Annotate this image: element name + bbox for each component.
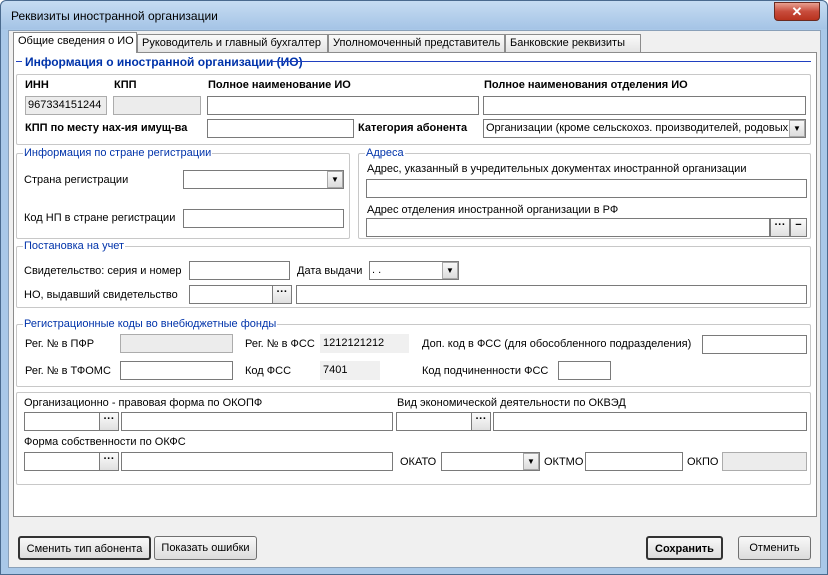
okfs-code-input[interactable] xyxy=(24,452,100,471)
tfoms-label: Рег. № в ТФОМС xyxy=(25,365,111,377)
fss-code-label: Код ФСС xyxy=(245,365,292,377)
kpp-label: КПП xyxy=(114,79,137,91)
founding-address-input[interactable] xyxy=(366,179,807,198)
cancel-button[interactable]: Отменить xyxy=(738,536,811,560)
tax-registration-title: Постановка на учет xyxy=(23,240,126,252)
branch-name-input[interactable] xyxy=(483,96,806,115)
window-title: Реквизиты иностранной организации xyxy=(11,9,218,23)
fss-extra-input[interactable] xyxy=(702,335,807,354)
tab-general[interactable]: Общие сведения о ИО xyxy=(13,32,137,53)
tax-registration-group: Постановка на учет Свидетельство: серия … xyxy=(16,240,811,308)
full-name-input[interactable] xyxy=(207,96,479,115)
issue-date-label: Дата выдачи xyxy=(297,265,363,277)
category-label: Категория абонента xyxy=(358,122,468,134)
header-rule-left xyxy=(16,61,22,62)
pfr-field[interactable] xyxy=(120,334,233,353)
oktmo-label: ОКТМО xyxy=(544,456,584,468)
fss-sub-input[interactable] xyxy=(558,361,611,380)
fss-code-field[interactable]: 7401 xyxy=(320,361,380,380)
registration-country-group: Информация по стране регистрации Страна … xyxy=(16,147,350,239)
branch-address-clear-button[interactable]: − xyxy=(790,218,807,237)
branch-address-ellipsis-button[interactable]: ··· xyxy=(770,218,790,237)
okato-label: ОКАТО xyxy=(400,456,437,468)
okfs-label: Форма собственности по ОКФС xyxy=(24,436,186,448)
full-name-label: Полное наименование ИО xyxy=(208,79,351,91)
inn-label: ИНН xyxy=(25,79,49,91)
funds-group: Регистрационные коды во внебюджетные фон… xyxy=(16,318,811,387)
tab-bank-details[interactable]: Банковские реквизиты xyxy=(505,34,641,52)
funds-title: Регистрационные коды во внебюджетные фон… xyxy=(23,318,278,330)
tab-director-accountant[interactable]: Руководитель и главный бухгалтер xyxy=(137,34,328,52)
issuer-code-input[interactable] xyxy=(189,285,273,304)
dialog-window: Реквизиты иностранной организации ✕ Общи… xyxy=(0,0,828,575)
category-dropdown-icon[interactable]: ▼ xyxy=(789,120,805,137)
tab-representative[interactable]: Уполномоченный представитель xyxy=(328,34,505,52)
save-button[interactable]: Сохранить xyxy=(646,536,723,560)
issuer-name-input[interactable] xyxy=(296,285,807,304)
country-dropdown-icon[interactable]: ▼ xyxy=(327,171,343,188)
okopf-label: Организационно - правовая форма по ОКОПФ xyxy=(24,397,263,409)
change-subscriber-type-button[interactable]: Сменить тип абонента xyxy=(18,536,151,560)
fss-label: Рег. № в ФСС xyxy=(245,338,315,350)
okved-code-input[interactable] xyxy=(396,412,472,431)
okved-label: Вид экономической деятельности по ОКВЭД xyxy=(397,397,626,409)
taxid-input[interactable] xyxy=(183,209,344,228)
certificate-input[interactable] xyxy=(189,261,290,280)
category-value: Организации (кроме сельскохоз. производи… xyxy=(486,122,789,134)
classifiers-group: Организационно - правовая форма по ОКОПФ… xyxy=(16,392,811,485)
fss-sub-label: Код подчиненности ФСС xyxy=(422,365,549,377)
okpo-label: ОКПО xyxy=(687,456,719,468)
kpp-field[interactable] xyxy=(113,96,201,115)
tab-panel-general: Информация о иностранной организации (ИО… xyxy=(13,52,817,517)
country-select[interactable] xyxy=(183,170,344,189)
addresses-group: Адреса Адрес, указанный в учредительных … xyxy=(358,147,811,239)
inn-field[interactable]: 967334151244 xyxy=(25,96,107,115)
close-button[interactable]: ✕ xyxy=(774,2,820,21)
title-bar[interactable]: Реквизиты иностранной организации ✕ xyxy=(1,1,827,29)
branch-address-label: Адрес отделения иностранной организации … xyxy=(367,204,619,216)
addresses-title: Адреса xyxy=(365,147,405,159)
pfr-label: Рег. № в ПФР xyxy=(25,338,95,350)
kpp-property-input[interactable] xyxy=(207,119,354,138)
founding-address-label: Адрес, указанный в учредительных докумен… xyxy=(367,163,747,175)
fss-extra-label: Доп. код в ФСС (для обособленного подраз… xyxy=(422,338,692,350)
okopf-name-input[interactable] xyxy=(121,412,393,431)
header-rule-right xyxy=(271,61,811,62)
okpo-field[interactable] xyxy=(722,452,807,471)
issuer-label: НО, выдавший свидетельство xyxy=(24,289,178,301)
org-main-group: ИНН 967334151244 КПП Полное наименование… xyxy=(16,74,811,145)
issuer-ellipsis-button[interactable]: ··· xyxy=(272,285,292,304)
okopf-code-input[interactable] xyxy=(24,412,100,431)
fss-field[interactable]: 1212121212 xyxy=(320,334,409,353)
okved-ellipsis-button[interactable]: ··· xyxy=(471,412,491,431)
kpp-property-label: КПП по месту нах-ия имущ-ва xyxy=(25,122,188,134)
okfs-ellipsis-button[interactable]: ··· xyxy=(99,452,119,471)
branch-name-label: Полное наименования отделения ИО xyxy=(484,79,688,91)
oktmo-input[interactable] xyxy=(585,452,683,471)
country-label: Страна регистрации xyxy=(24,174,129,186)
okato-dropdown-icon[interactable]: ▼ xyxy=(523,453,539,470)
okfs-name-input[interactable] xyxy=(121,452,393,471)
issue-date-dropdown-icon[interactable]: ▼ xyxy=(442,262,458,279)
okopf-ellipsis-button[interactable]: ··· xyxy=(99,412,119,431)
show-errors-button[interactable]: Показать ошибки xyxy=(154,536,257,560)
okved-name-input[interactable] xyxy=(493,412,807,431)
category-select[interactable]: Организации (кроме сельскохоз. производи… xyxy=(483,119,806,138)
taxid-label: Код НП в стране регистрации xyxy=(24,212,176,224)
registration-country-title: Информация по стране регистрации xyxy=(23,147,213,159)
tfoms-input[interactable] xyxy=(120,361,233,380)
dialog-client-area: Общие сведения о ИО Руководитель и главн… xyxy=(8,30,821,568)
certificate-label: Свидетельство: серия и номер xyxy=(24,265,182,277)
branch-address-input[interactable] xyxy=(366,218,770,237)
section-header: Информация о иностранной организации (ИО… xyxy=(25,55,303,69)
